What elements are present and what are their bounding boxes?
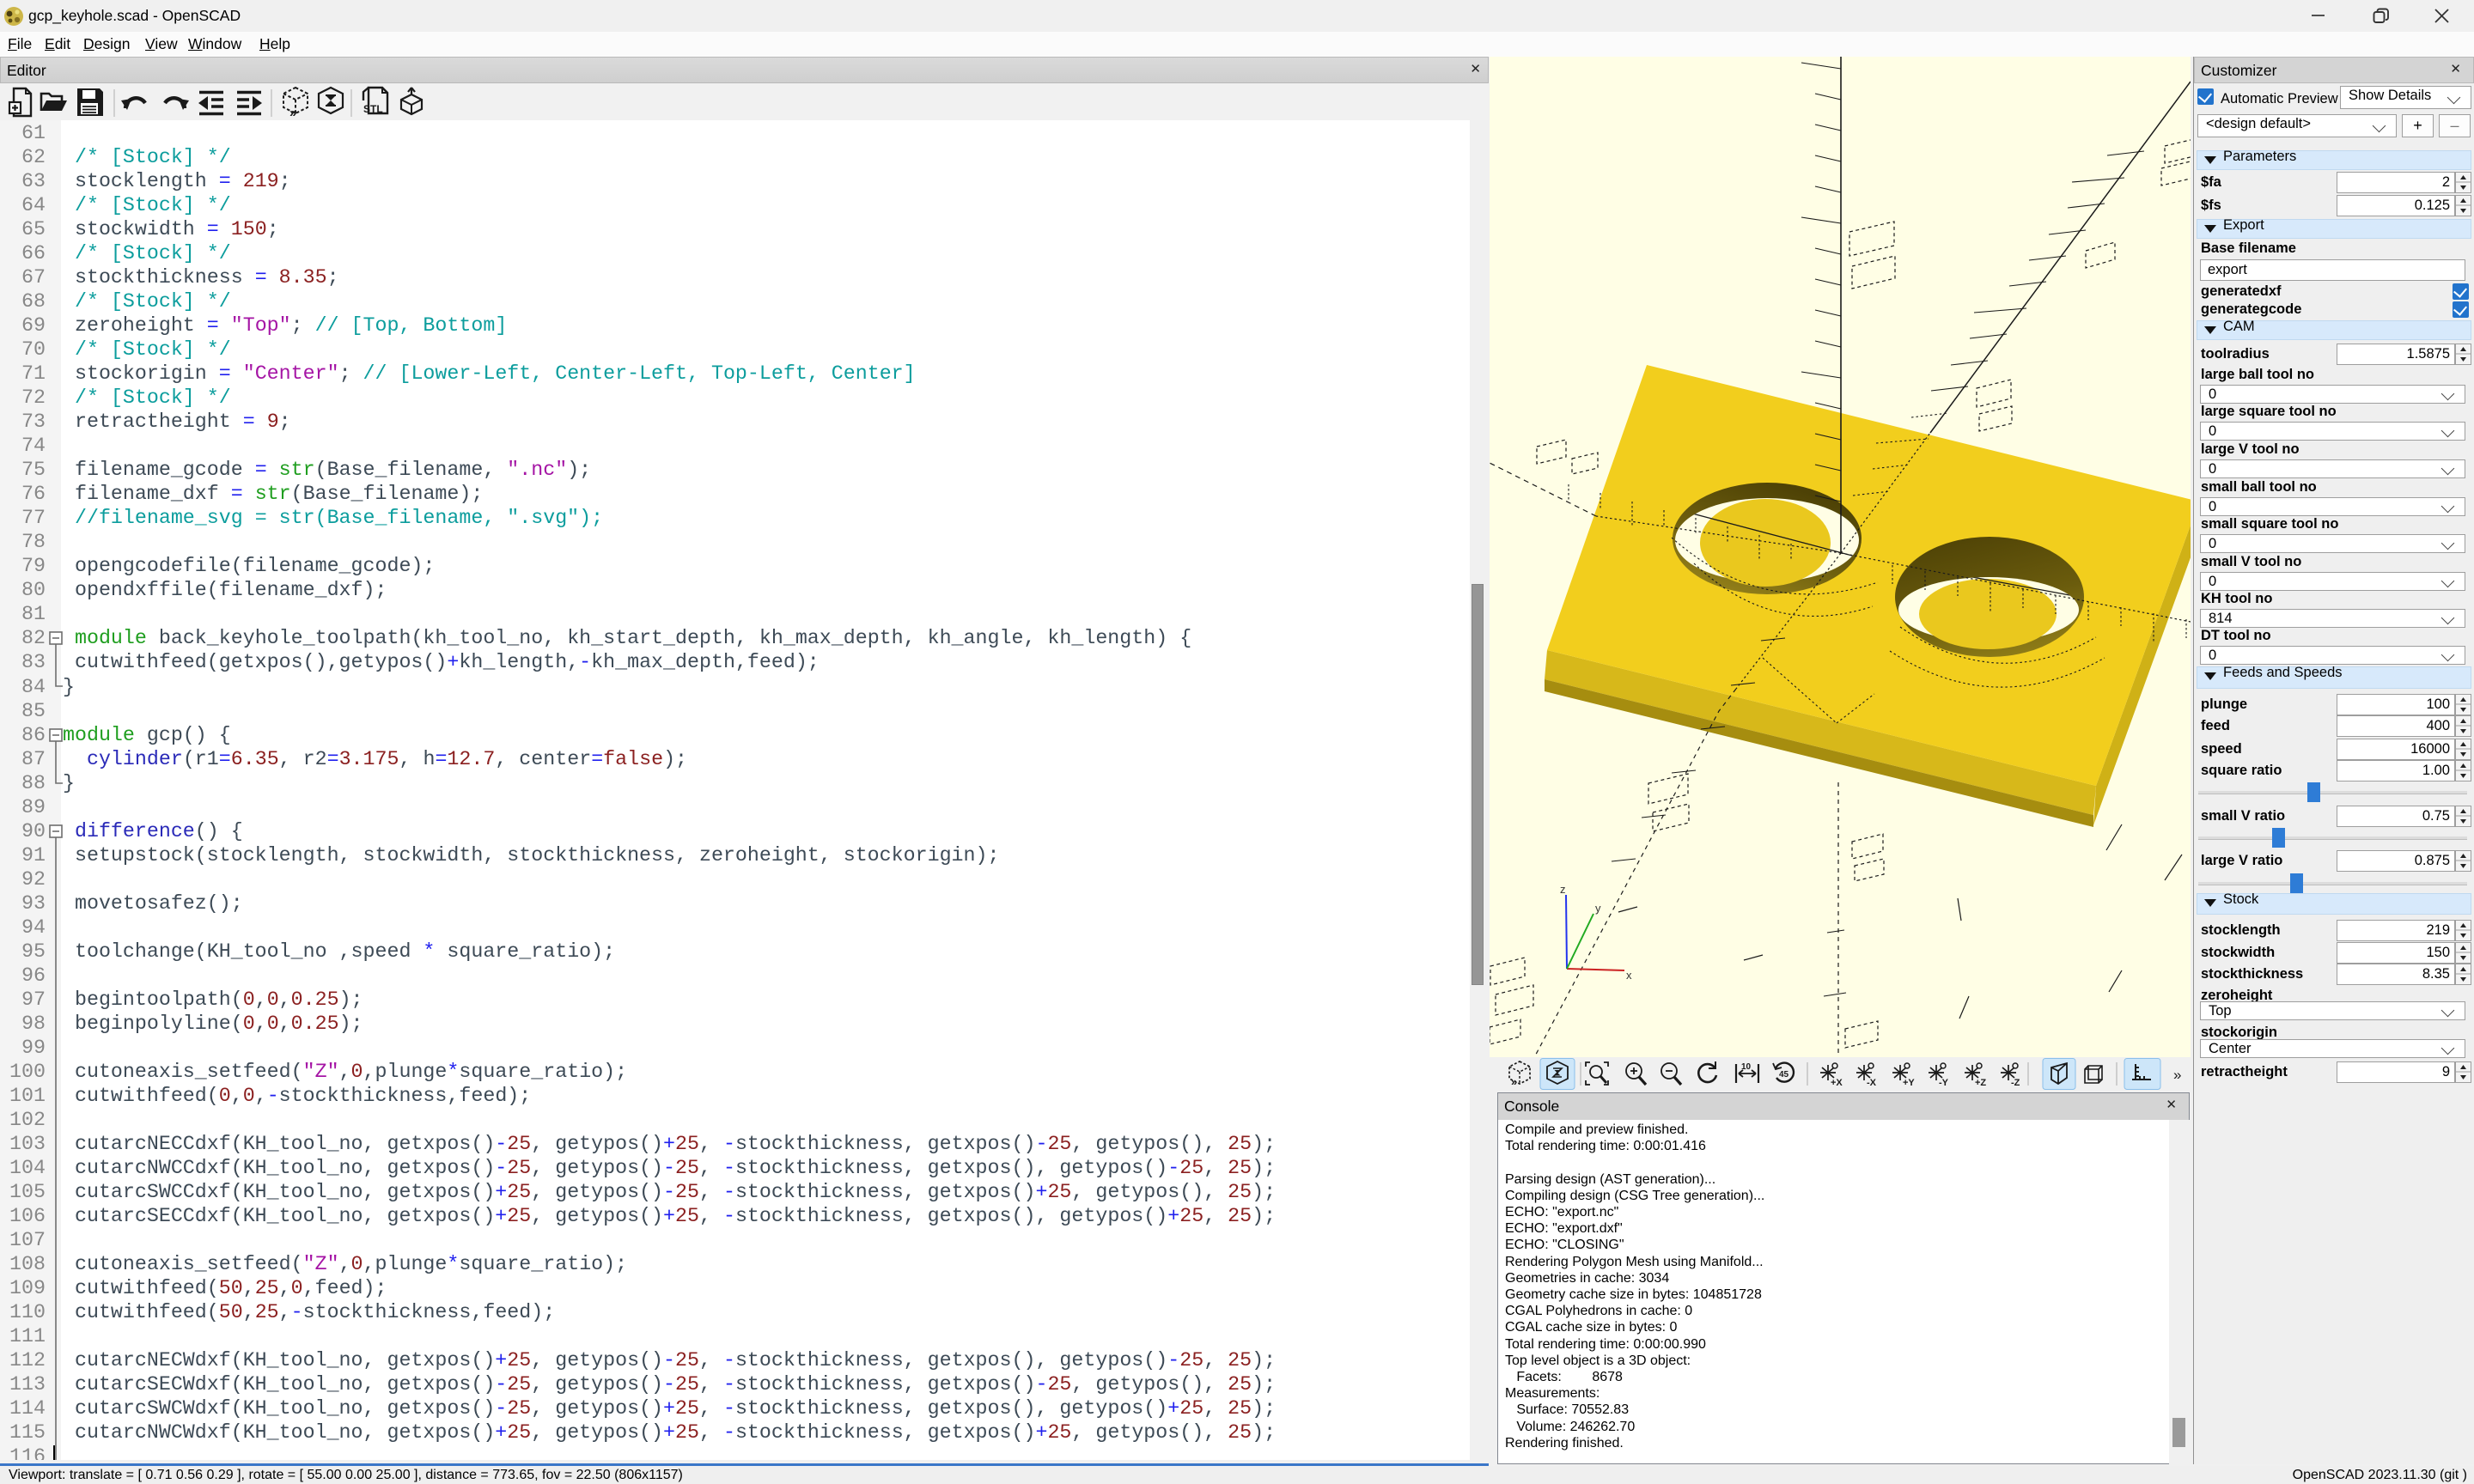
svg-text:-Z: -Z [2011,1078,2020,1088]
svg-text:+X: +X [1831,1078,1843,1088]
svg-text:z: z [1560,883,1566,896]
svg-text:-X: -X [1867,1078,1877,1088]
svg-text:»: » [289,106,296,120]
svg-text:»: » [2173,1067,2181,1083]
svg-text:x: x [1626,969,1632,982]
svg-text:STL: STL [363,103,383,115]
svg-text:+Z: +Z [1975,1078,1986,1088]
svg-text:+Y: +Y [1903,1078,1915,1088]
svg-text:y: y [1595,902,1601,915]
svg-text:»: » [1511,1075,1517,1088]
svg-text:10: 10 [1741,1062,1752,1072]
svg-text:45: 45 [1779,1070,1789,1080]
svg-text:-Y: -Y [1939,1078,1949,1088]
